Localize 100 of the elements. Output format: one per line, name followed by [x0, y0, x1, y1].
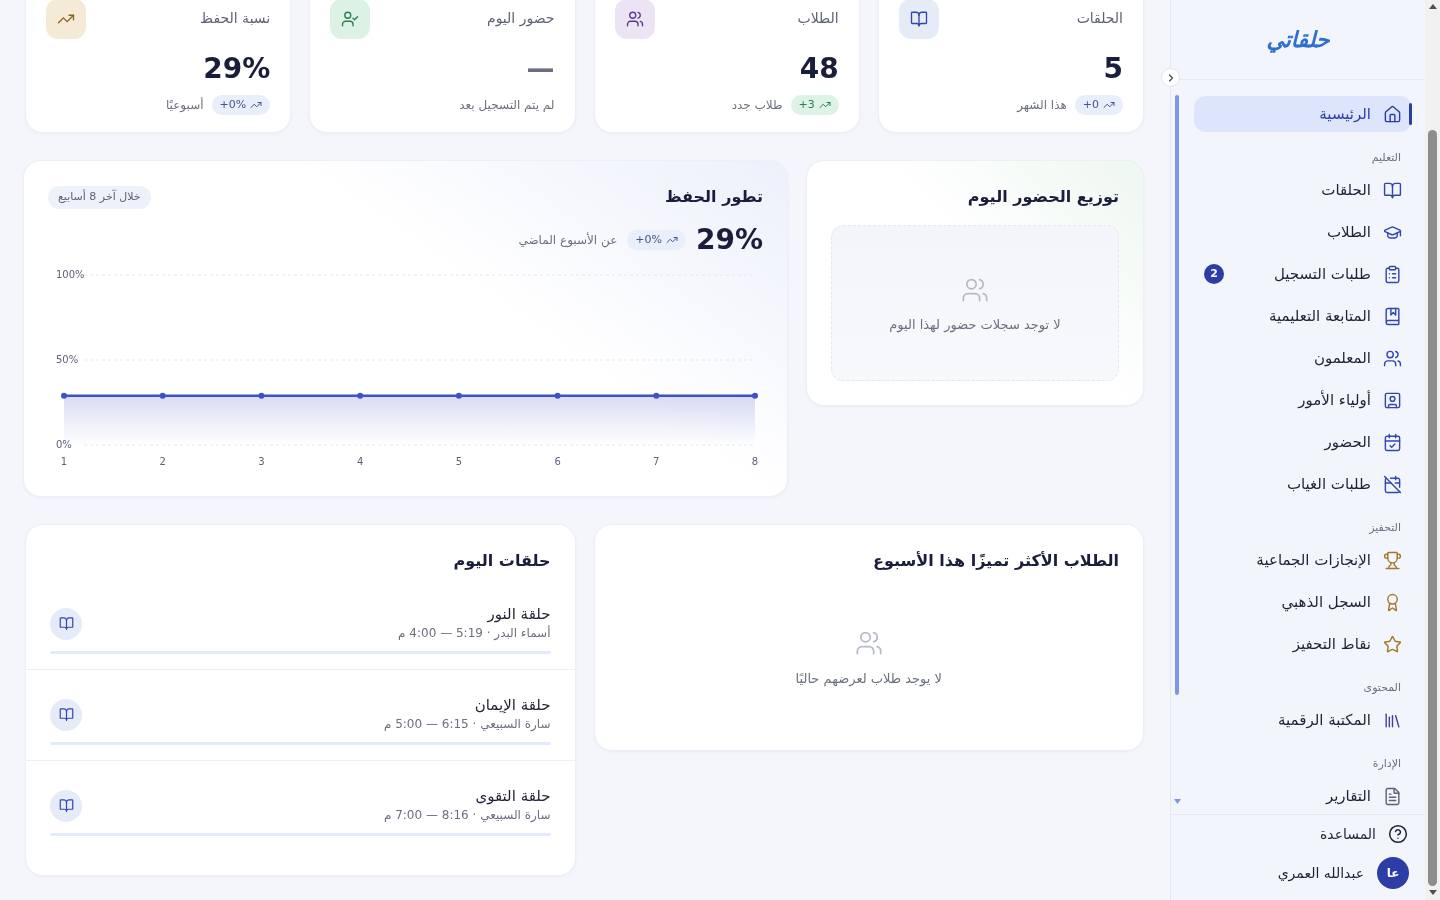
users-icon [854, 629, 883, 657]
trend-up-icon [818, 99, 831, 111]
axis-label: 8 [751, 456, 759, 467]
help-link[interactable]: المساعدة [1319, 816, 1425, 852]
nav-link[interactable]: الطلاب [1194, 214, 1412, 250]
nav-link[interactable]: أولياء الأمور [1194, 382, 1412, 418]
axis-label: 3 [258, 456, 265, 467]
stat-title: نسبة الحفظ [200, 9, 271, 28]
stat-note: هذا الشهر [1017, 97, 1067, 113]
axis-label: 100% [56, 269, 85, 280]
nav-link[interactable]: السجل الذهبي [1194, 584, 1412, 620]
users-icon [961, 276, 989, 304]
home-icon [1383, 104, 1402, 124]
scrollbar-thumb[interactable] [1428, 130, 1437, 886]
trophy-icon [1383, 550, 1402, 570]
change-value: +0% [635, 232, 662, 248]
avatar: عا [1377, 857, 1409, 889]
nav-link[interactable]: الحلقات [1194, 172, 1412, 208]
nav-link[interactable]: الرئيسية [1194, 96, 1412, 132]
data-point [258, 392, 265, 399]
user-card-icon [1383, 390, 1402, 410]
card-title: توزيع الحضور اليوم [967, 186, 1119, 208]
scroll-up-icon[interactable] [1428, 4, 1437, 9]
stat-value: 5 [1103, 52, 1123, 86]
circle-details: سارة السبيعي · 6:15 — 5:00 م [383, 716, 551, 733]
trend-up-icon [1103, 99, 1115, 111]
change-value: +0 [1082, 97, 1099, 113]
nav-link[interactable]: نقاط التحفيز [1194, 626, 1412, 662]
circle-name: حلقة النور [487, 605, 551, 623]
active-indicator [1409, 103, 1412, 125]
data-point [357, 392, 364, 399]
period-badge: خلال آخر 8 أسابيع [48, 185, 151, 209]
data-point [455, 392, 462, 399]
axis-label: 2 [159, 456, 166, 467]
nav-link[interactable]: المتابعة التعليمية [1194, 298, 1412, 334]
logo: حلقاتي [1266, 25, 1330, 54]
change-value: +0% [219, 97, 247, 113]
scrollbar-thumb[interactable] [1175, 95, 1179, 695]
change-value: +3 [798, 97, 815, 113]
collapse-button[interactable] [1161, 68, 1180, 87]
circle-details: أسماء البدر · 5:19 — 4:00 م [398, 624, 551, 642]
empty-message: لا توجد سجلات حضور لهذا اليوم [889, 316, 1061, 334]
open-book-icon [1383, 180, 1402, 200]
document-icon [1383, 786, 1402, 806]
nav-link[interactable]: الإنجازات الجماعية [1194, 542, 1412, 578]
stat-title: الطلاب [797, 9, 839, 28]
open-book-icon [50, 607, 82, 640]
nav-link[interactable]: طلبات الغياب [1194, 466, 1412, 502]
stat-title: حضور اليوم [486, 9, 555, 28]
calendar-slash-icon [1383, 474, 1402, 494]
section-label: الإدارة [1372, 756, 1401, 772]
section-label: التعليم [1371, 150, 1401, 166]
trend-up-icon [665, 234, 678, 246]
user-check-icon [330, 0, 371, 39]
nav-link[interactable]: المعلمون [1194, 340, 1412, 376]
open-book-icon [50, 789, 82, 822]
card-title: الطلاب الأكثر تميزًا هذا الأسبوع [873, 550, 1119, 572]
stat-value: 48 [799, 52, 839, 86]
axis-label: 50% [56, 354, 79, 365]
data-point [159, 392, 166, 399]
data-point [61, 392, 67, 399]
nav-link[interactable]: المكتبة الرقمية [1194, 702, 1412, 738]
data-point [554, 392, 561, 399]
trend-up-icon [250, 99, 263, 111]
stat-value: — [526, 52, 555, 86]
axis-label: 0% [56, 439, 72, 450]
card-title: حلقات اليوم [453, 550, 551, 572]
stat-note: أسبوعيًا [165, 97, 204, 113]
section-label: التحفيز [1369, 520, 1401, 536]
circle-details: سارة السبيعي · 8:16 — 7:00 م [383, 807, 551, 824]
trend-up-icon [46, 0, 86, 39]
data-point [653, 392, 660, 399]
axis-label: 7 [653, 456, 660, 467]
axis-label: 1 [60, 456, 68, 467]
axis-label: 6 [554, 456, 561, 467]
calendar-check-icon [1383, 432, 1402, 452]
circle-name: حلقة الإيمان [474, 696, 551, 714]
clipboard-list-icon [1383, 264, 1402, 284]
count-badge: 2 [1204, 264, 1224, 284]
stat-title: الحلقات [1076, 9, 1123, 28]
users-icon [1383, 348, 1402, 368]
change-note: عن الأسبوع الماضي [518, 232, 618, 248]
bookmark-book-icon [1383, 306, 1402, 326]
circle-name: حلقة التقوى [475, 787, 551, 805]
star-icon [1383, 634, 1402, 654]
stat-note: لم يتم التسجيل بعد [459, 97, 555, 113]
open-book-icon [50, 698, 82, 731]
progress-value: 29% [695, 226, 763, 254]
user-menu-button[interactable]: عا عبدالله العمري [1277, 856, 1425, 890]
section-label: المحتوى [1363, 680, 1401, 696]
stat-note: طلاب جدد [731, 97, 783, 113]
data-point [752, 392, 758, 399]
empty-message: لا يوجد طلاب لعرضهم حاليًا [795, 670, 942, 688]
help-icon [1388, 824, 1408, 844]
card-title: تطور الحفظ [664, 186, 763, 208]
stat-value: 29% [203, 52, 271, 86]
nav-link[interactable]: الحضور [1194, 424, 1412, 460]
axis-label: 4 [356, 456, 364, 467]
scroll-down-icon[interactable] [1428, 890, 1437, 895]
nav-link[interactable]: التقارير [1194, 778, 1412, 814]
